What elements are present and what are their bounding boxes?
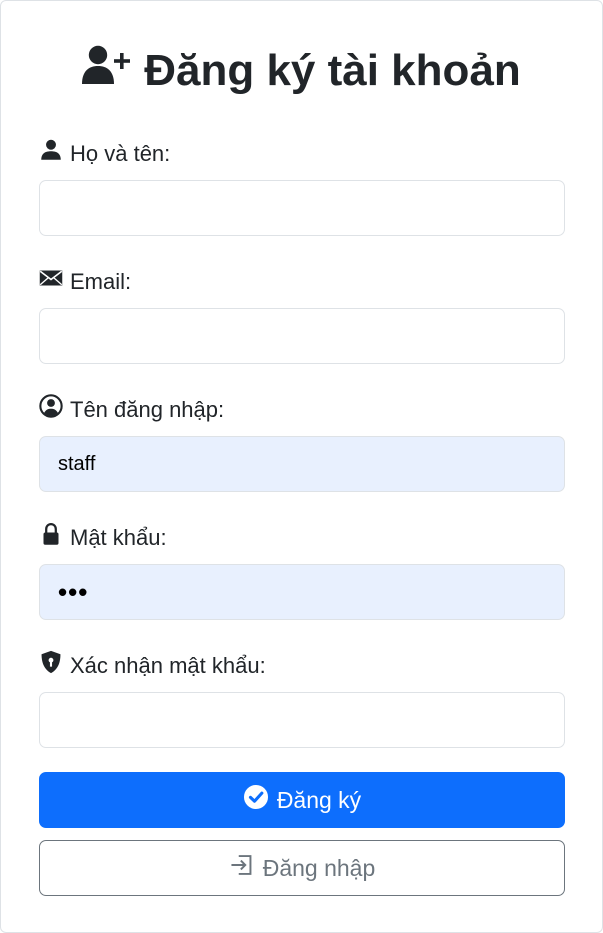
check-circle-icon: [243, 784, 269, 816]
register-button-label: Đăng ký: [276, 786, 362, 813]
password-label-text: Mật khẩu:: [70, 524, 167, 550]
page-title: Đăng ký tài khoản: [1, 41, 602, 101]
confirm-password-label: Xác nhận mật khẩu:: [39, 650, 266, 681]
confirm-password-input[interactable]: [39, 692, 565, 748]
email-label: Email:: [39, 266, 131, 297]
person-circle-icon: [39, 394, 63, 425]
envelope-icon: [39, 266, 63, 297]
password-label: Mật khẩu:: [39, 522, 167, 553]
register-card: Đăng ký tài khoản Họ và tên: Email: Tên …: [0, 0, 603, 933]
confirm-password-label-text: Xác nhận mật khẩu:: [70, 652, 266, 678]
username-label-text: Tên đăng nhập:: [70, 396, 225, 422]
register-button[interactable]: Đăng ký: [39, 772, 565, 828]
fullname-label: Họ và tên:: [39, 138, 170, 169]
fullname-input[interactable]: [39, 180, 565, 236]
box-arrow-in-right-icon: [229, 852, 255, 884]
shield-lock-icon: [39, 650, 63, 681]
fullname-label-text: Họ và tên:: [70, 140, 171, 166]
username-label: Tên đăng nhập:: [39, 394, 224, 425]
login-button-label: Đăng nhập: [262, 854, 376, 881]
email-label-text: Email:: [70, 268, 132, 294]
username-input[interactable]: staff: [39, 436, 565, 492]
person-plus-icon: [82, 41, 134, 101]
email-input[interactable]: [39, 308, 565, 364]
password-input[interactable]: •••: [39, 564, 565, 620]
lock-icon: [39, 522, 63, 553]
person-icon: [39, 138, 63, 169]
login-button[interactable]: Đăng nhập: [39, 840, 565, 896]
page-title-text: Đăng ký tài khoản: [144, 46, 521, 95]
